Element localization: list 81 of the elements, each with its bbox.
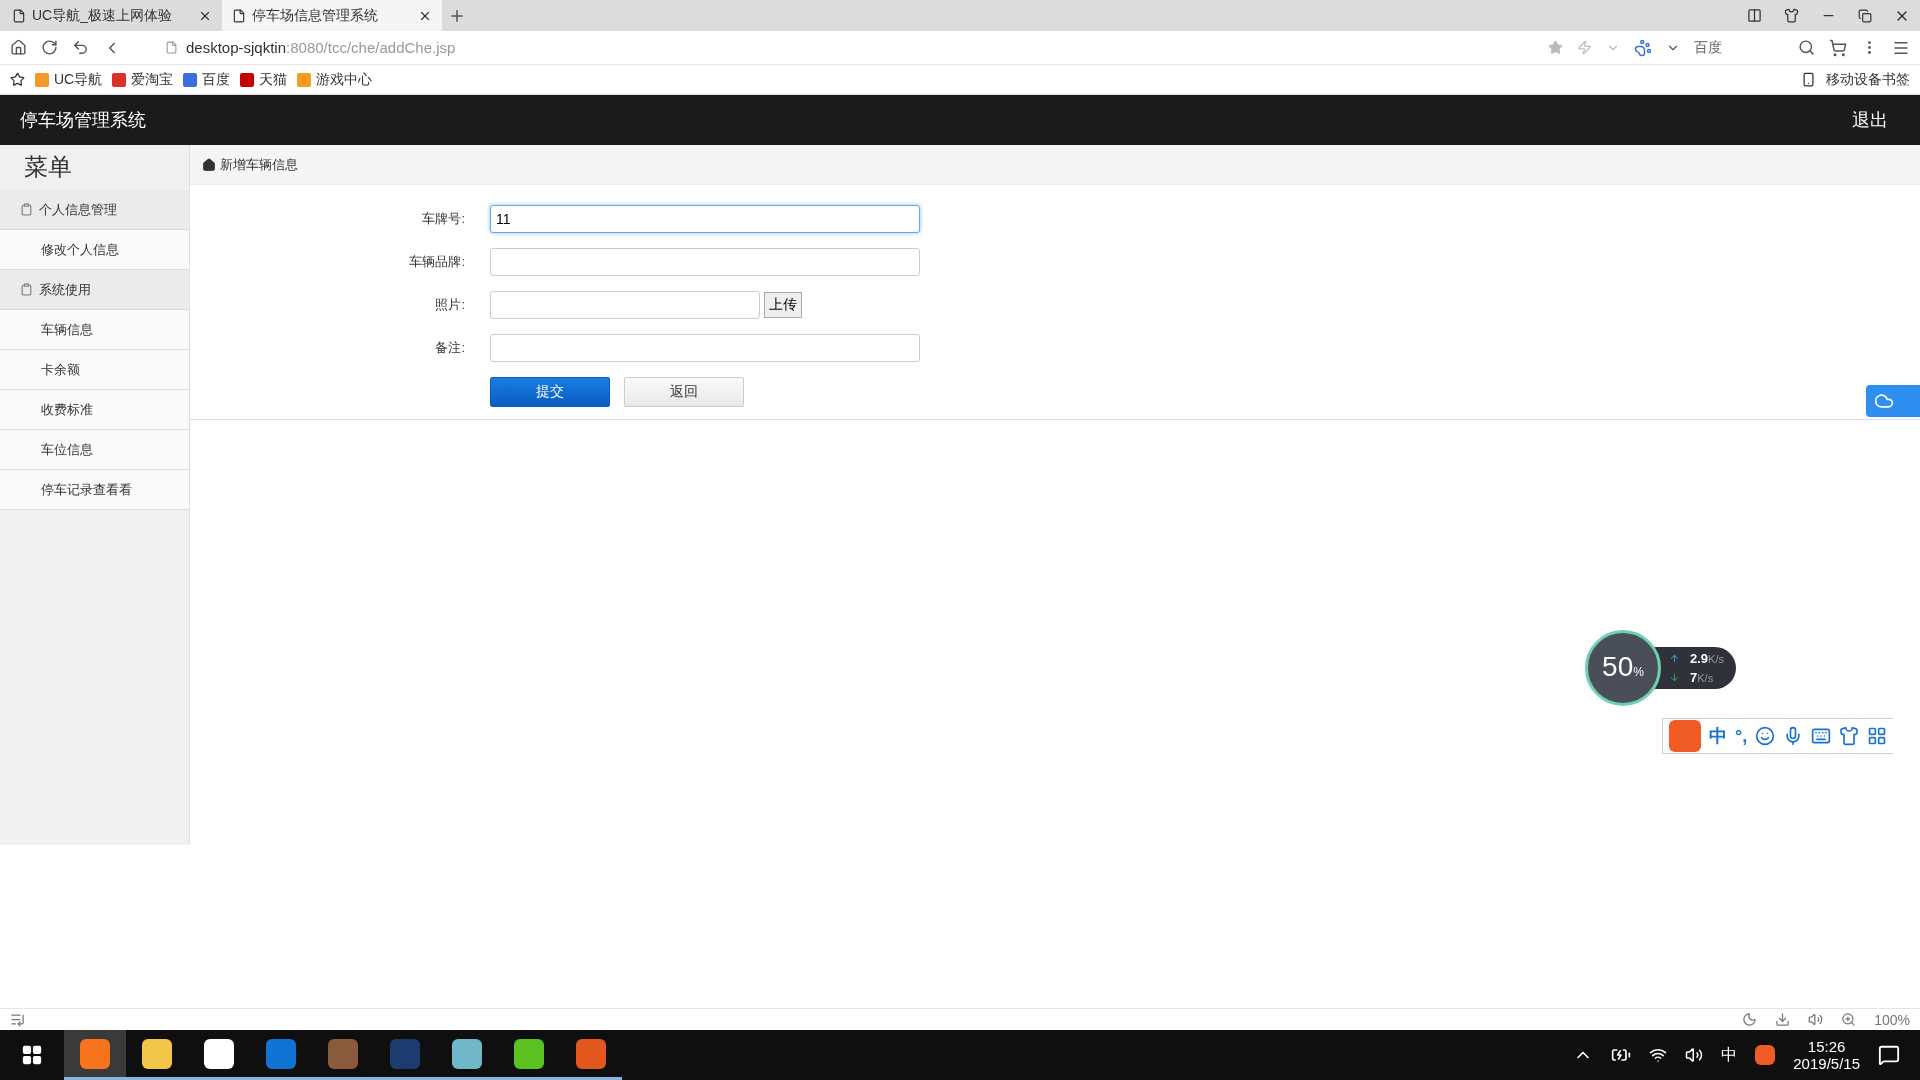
bookmark-link[interactable]: 游戏中心 [297,70,373,89]
refresh-icon[interactable] [41,39,58,56]
cloud-button[interactable] [1866,385,1920,417]
star-icon[interactable] [10,72,25,87]
clipboard-icon [20,203,33,216]
logout-link[interactable]: 退出 [1852,108,1888,132]
bookmark-link[interactable]: UC导航 [35,70,103,89]
phone-icon [1801,72,1816,87]
home-icon[interactable] [10,39,27,56]
mobile-bookmarks-link[interactable]: 移动设备书签 [1826,70,1910,89]
upload-arrow-icon [1669,653,1680,664]
speed-meter-gauge[interactable]: 50% [1585,630,1661,706]
sidebar-toggle-icon[interactable] [10,1012,25,1027]
bookmark-link[interactable]: 百度 [183,70,231,89]
skin-icon[interactable] [1839,726,1860,746]
ime-punctuation[interactable]: °, [1735,725,1748,747]
restore-icon[interactable] [1858,8,1872,23]
submit-button[interactable]: 提交 [490,377,610,407]
breadcrumb: 新增车辆信息 [220,155,298,174]
browser-tab[interactable]: UC导航_极速上网体验 [2,0,222,31]
field-label: 车牌号: [421,210,465,228]
ime-icon[interactable] [1755,1045,1776,1065]
speed-reading: 2.9K/s [1690,651,1724,666]
star-icon[interactable] [1548,40,1563,55]
download-arrow-icon [1669,672,1680,683]
search-icon[interactable] [1798,39,1815,56]
bookmark-link[interactable]: 天猫 [240,70,288,89]
zoom-level[interactable]: 100% [1874,1011,1910,1028]
field-label: 备注: [434,339,465,357]
volume-icon[interactable] [1685,1046,1704,1064]
app-title: 停车场管理系统 [20,109,146,132]
grid-icon[interactable] [1867,726,1888,746]
split-icon[interactable] [1747,8,1762,23]
input-field[interactable]: 11 [490,205,920,233]
notifications-icon[interactable] [1878,1044,1900,1066]
upload-button[interactable]: 上传 [764,292,802,318]
menu-item[interactable]: 停车记录查看看 [0,470,189,510]
field-label: 照片: [434,296,465,314]
wifi-icon[interactable] [1649,1046,1668,1064]
cloud-icon [1874,391,1894,411]
page-icon [165,41,178,54]
page-icon [12,8,26,23]
paw-icon[interactable] [1634,38,1652,57]
menu-item[interactable]: 修改个人信息 [0,230,189,270]
app-icon[interactable] [204,1038,234,1069]
keyboard-icon[interactable] [1811,726,1832,746]
start-icon[interactable] [21,1044,43,1066]
cart-icon[interactable] [1829,38,1847,57]
undo-icon[interactable] [72,39,89,56]
address-field[interactable]: desktop-sjqktin:8080/tcc/che/addChe.jsp [165,39,456,56]
menu-group[interactable]: 系统使用 [0,270,189,310]
app-icon[interactable] [142,1038,172,1069]
ime-logo-icon[interactable] [1669,720,1701,752]
app-icon[interactable] [452,1038,482,1069]
ime-mode[interactable]: 中 [1709,724,1727,748]
input-field[interactable] [490,334,920,362]
menu-item[interactable]: 卡余额 [0,350,189,390]
field-label: 车辆品牌: [408,253,465,271]
clipboard-icon [20,283,33,296]
menu-item[interactable]: 车位信息 [0,430,189,470]
download-icon[interactable] [1775,1012,1791,1027]
menu-item[interactable]: 车辆信息 [0,310,189,350]
menu-item[interactable]: 收费标准 [0,390,189,430]
input-method-indicator[interactable]: 中 [1721,1044,1738,1066]
menu-group[interactable]: 个人信息管理 [0,190,189,230]
back-button[interactable]: 返回 [624,377,744,407]
emoji-icon[interactable] [1755,726,1776,746]
speed-reading: 7K/s [1690,670,1714,685]
home-icon [202,157,216,172]
bookmark-link[interactable]: 爱淘宝 [112,70,174,89]
file-field[interactable] [490,291,760,319]
search-engine-label[interactable]: 百度 [1694,38,1784,57]
page-icon [232,8,246,23]
input-field[interactable] [490,248,920,276]
night-mode-icon[interactable] [1742,1012,1758,1027]
clock[interactable]: 15:26 2019/5/15 [1793,1038,1860,1072]
browser-tab[interactable]: 停车场信息管理系统 [222,0,442,31]
skin-icon[interactable] [1784,8,1799,23]
menu-heading: 菜单 [23,152,73,182]
zoom-icon[interactable] [1841,1012,1857,1027]
app-icon[interactable] [514,1038,544,1069]
